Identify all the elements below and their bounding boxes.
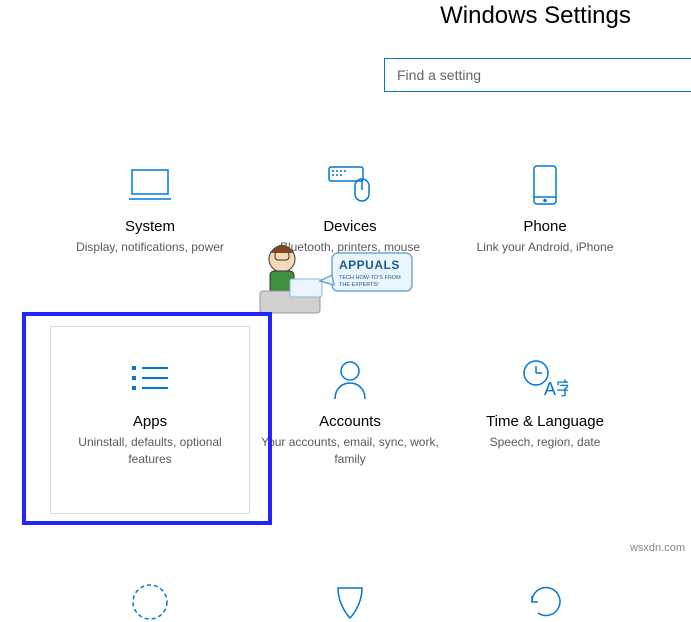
tile-desc: Display, notifications, power xyxy=(50,239,250,256)
apps-icon xyxy=(50,357,250,403)
privacy-icon xyxy=(330,582,370,622)
tile-title: Phone xyxy=(445,218,645,235)
tile-title: Apps xyxy=(50,413,250,430)
tile-time-language[interactable]: A字 Time & Language Speech, region, date xyxy=(445,357,645,451)
svg-text:THE EXPERTS!: THE EXPERTS! xyxy=(339,282,379,288)
page-title: Windows Settings xyxy=(380,0,691,30)
tile-desc: bro xyxy=(640,413,691,430)
site-watermark: wsxdn.com xyxy=(630,542,685,554)
svg-text:A字: A字 xyxy=(544,379,568,399)
tile-title: Devices xyxy=(250,218,450,235)
tile-desc: Wi xyxy=(640,239,691,256)
tile-title: System xyxy=(50,218,250,235)
tile-network[interactable]: N Wi xyxy=(640,162,691,256)
tile-title: N xyxy=(640,218,691,235)
network-icon xyxy=(640,162,691,208)
devices-icon xyxy=(250,162,450,208)
tile-phone[interactable]: Phone Link your Android, iPhone xyxy=(445,162,645,256)
tile-title: Accounts xyxy=(250,413,450,430)
tile-title: Time & Language xyxy=(445,413,645,430)
ease-of-access-icon xyxy=(130,582,170,622)
tile-desc: Bluetooth, printers, mouse xyxy=(250,239,450,256)
gaming-icon xyxy=(640,357,691,403)
tile-devices[interactable]: Devices Bluetooth, printers, mouse xyxy=(250,162,450,256)
time-language-icon: A字 xyxy=(445,357,645,403)
tile-apps[interactable]: Apps Uninstall, defaults, optional featu… xyxy=(50,357,250,468)
tile-system[interactable]: System Display, notifications, power xyxy=(50,162,250,256)
update-icon xyxy=(526,582,566,622)
tile-gaming[interactable]: bro xyxy=(640,357,691,430)
svg-text:TECH HOW-TO'S FROM: TECH HOW-TO'S FROM xyxy=(339,275,401,281)
tile-desc: Link your Android, iPhone xyxy=(445,239,645,256)
tile-desc: Uninstall, defaults, optional features xyxy=(50,434,250,468)
tile-desc: Speech, region, date xyxy=(445,434,645,451)
search-container xyxy=(384,58,691,92)
search-input[interactable] xyxy=(384,58,691,92)
tile-accounts[interactable]: Accounts Your accounts, email, sync, wor… xyxy=(250,357,450,468)
svg-text:APPUALS: APPUALS xyxy=(339,258,400,272)
tile-desc: Your accounts, email, sync, work, family xyxy=(250,434,450,468)
system-icon xyxy=(50,162,250,208)
phone-icon xyxy=(445,162,645,208)
accounts-icon xyxy=(250,357,450,403)
